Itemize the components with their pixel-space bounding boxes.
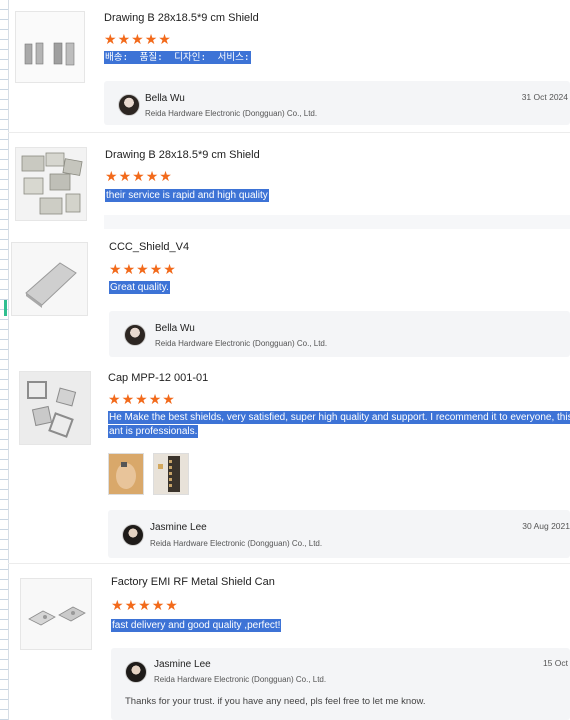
product-title[interactable]: Cap MPP-12 001-01 — [108, 372, 208, 384]
star-icon: ★ — [111, 597, 124, 613]
reply-company: Reida Hardware Electronic (Dongguan) Co.… — [145, 109, 318, 118]
star-icon: ★ — [144, 31, 158, 47]
seller-reply: Bella Wu Reida Hardware Electronic (Dong… — [109, 311, 570, 357]
review-text-line-2: ant is professionals. — [108, 425, 199, 438]
review-text-line-1: He Make the best shields, very satisfied… — [108, 411, 570, 424]
star-rating: ★ ★ ★ ★ ★ — [111, 598, 178, 612]
star-icon: ★ — [108, 391, 121, 407]
reply-company: Reida Hardware Electronic (Dongguan) Co.… — [150, 539, 323, 548]
star-icon: ★ — [158, 31, 171, 47]
avatar — [125, 661, 147, 683]
avatar — [124, 324, 146, 346]
star-icon: ★ — [163, 261, 176, 277]
product-title[interactable]: Drawing B 28x18.5*9 cm Shield — [104, 12, 259, 24]
star-icon: ★ — [132, 168, 145, 184]
review-item: Drawing B 28x18.5*9 cm Shield ★ ★ ★ ★ ★ thei… — [0, 133, 570, 236]
review-photo[interactable] — [108, 453, 144, 495]
product-thumbnail[interactable] — [20, 578, 92, 650]
product-title[interactable]: Drawing B 28x18.5*9 cm Shield — [105, 149, 260, 161]
star-rating: ★ ★ ★ ★ ★ — [109, 262, 176, 276]
reply-author-name: Bella Wu — [145, 93, 185, 104]
avatar — [122, 524, 144, 546]
star-icon: ★ — [121, 391, 135, 407]
review-item: Cap MPP-12 001-01 ★ ★ ★ ★ ★ He Make the best… — [0, 366, 570, 564]
seller-reply: Bella Wu Reida Hardware Electronic (Dong… — [104, 81, 570, 125]
review-item: Factory EMI RF Metal Shield Can ★ ★ ★ ★ ★ fa… — [0, 564, 570, 720]
reply-date: 31 Oct 2024 — [521, 92, 568, 102]
star-icon: ★ — [136, 261, 149, 277]
review-item: Drawing B 28x18.5*9 cm Shield ★ ★ ★ ★ ★ 배송: … — [0, 0, 570, 133]
star-icon: ★ — [151, 597, 165, 613]
star-icon: ★ — [138, 597, 151, 613]
shield-caps-image — [20, 372, 90, 444]
avatar — [118, 94, 140, 116]
review-item: CCC_Shield_V4 ★ ★ ★ ★ ★ Great quality. Bella… — [0, 236, 570, 366]
star-icon: ★ — [145, 168, 159, 184]
star-icon: ★ — [148, 391, 162, 407]
star-rating: ★ ★ ★ ★ ★ — [104, 32, 171, 46]
star-icon: ★ — [117, 31, 131, 47]
star-icon: ★ — [159, 168, 172, 184]
reply-author-name: Jasmine Lee — [150, 522, 207, 533]
hand-photo — [109, 454, 143, 494]
star-icon: ★ — [149, 261, 163, 277]
star-icon: ★ — [131, 31, 144, 47]
product-thumbnail[interactable] — [15, 147, 87, 221]
divider — [104, 215, 570, 229]
shield-parts-image — [16, 12, 84, 82]
star-icon: ★ — [109, 261, 122, 277]
product-title[interactable]: CCC_Shield_V4 — [109, 241, 189, 253]
product-title[interactable]: Factory EMI RF Metal Shield Can — [111, 576, 275, 588]
seller-reply: Jasmine Lee Reida Hardware Electronic (D… — [111, 648, 570, 720]
review-text: fast delivery and good quality ,perfect! — [111, 619, 282, 632]
star-icon: ★ — [135, 391, 148, 407]
product-thumbnail[interactable] — [19, 371, 91, 445]
star-rating: ★ ★ ★ ★ ★ — [108, 392, 175, 406]
star-icon: ★ — [162, 391, 175, 407]
star-icon: ★ — [122, 261, 136, 277]
reply-date: 30 Aug 2021 — [522, 521, 570, 531]
reply-date: 15 Oct — [542, 658, 568, 668]
reply-company: Reida Hardware Electronic (Dongguan) Co.… — [155, 339, 328, 348]
star-icon: ★ — [104, 31, 117, 47]
reply-author-name: Bella Wu — [155, 323, 195, 334]
shield-can-image — [21, 579, 91, 649]
reply-message: Thanks for your trust. if you have any n… — [125, 696, 426, 707]
star-icon: ★ — [118, 168, 132, 184]
shield-plate-image — [12, 243, 87, 315]
star-rating: ★ ★ ★ ★ ★ — [105, 169, 172, 183]
review-text: 배송: 품질: 디자인: 서비스: — [104, 51, 251, 64]
review-photo[interactable] — [153, 453, 189, 495]
reply-author-name: Jasmine Lee — [154, 659, 211, 670]
seller-reply: Jasmine Lee Reida Hardware Electronic (D… — [108, 510, 570, 558]
product-thumbnail[interactable] — [11, 242, 88, 316]
review-text: Great quality. — [109, 281, 170, 294]
star-icon: ★ — [105, 168, 118, 184]
product-thumbnail[interactable] — [15, 11, 85, 83]
shield-parts-image — [16, 148, 86, 220]
reply-company: Reida Hardware Electronic (Dongguan) Co.… — [154, 675, 327, 684]
star-icon: ★ — [165, 597, 178, 613]
part-photo — [154, 454, 188, 494]
star-icon: ★ — [124, 597, 138, 613]
review-text: their service is rapid and high quality — [105, 189, 269, 202]
